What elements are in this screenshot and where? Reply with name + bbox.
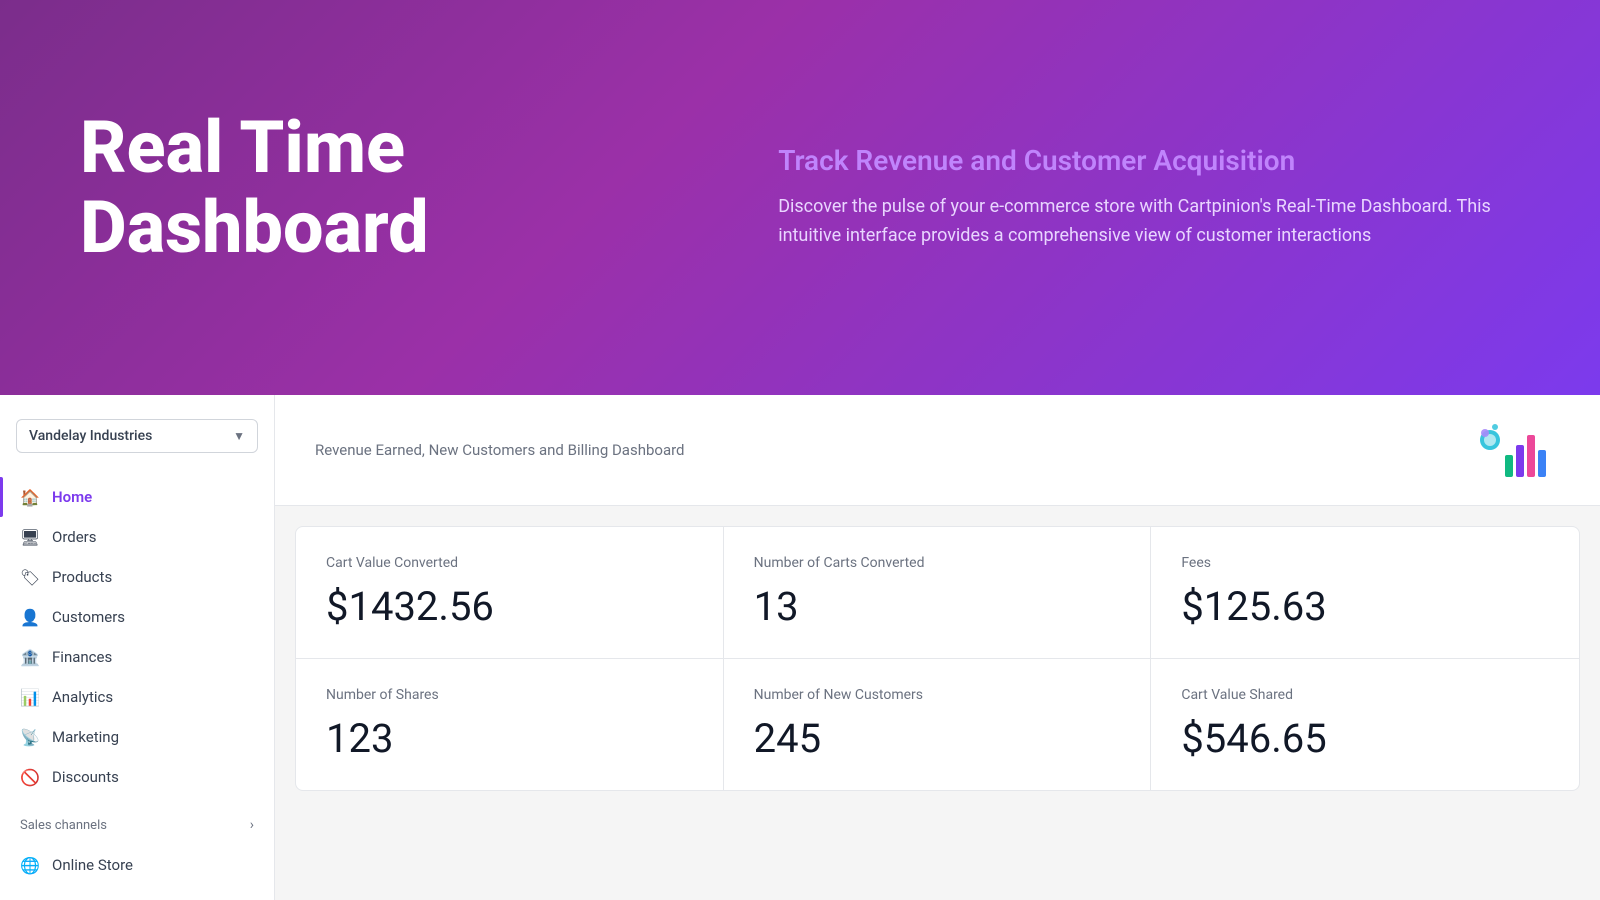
hero-title: Real TimeDashboard [80,108,698,266]
sales-channels-section[interactable]: Sales channels › [0,805,274,845]
stat-cart-value-shared: Cart Value Shared $546.65 [1151,659,1579,790]
stat-fees: Fees $125.63 [1151,527,1579,659]
stat-value-0: $1432.56 [326,583,693,630]
stat-label-4: Number of New Customers [754,687,1121,703]
analytics-icon: 📊 [20,687,40,707]
hero-right: Track Revenue and Customer Acquisition D… [698,144,1520,251]
stat-label-5: Cart Value Shared [1181,687,1549,703]
discounts-icon: 🚫 [20,767,40,787]
chevron-down-icon: ▼ [233,429,245,443]
sidebar-item-products[interactable]: 🏷 Products [0,557,274,597]
home-icon: 🏠 [20,487,40,507]
stat-shares: Number of Shares 123 [296,659,724,790]
sidebar-item-analytics-label: Analytics [52,688,113,706]
products-icon: 🏷 [20,567,40,587]
marketing-icon: 📡 [20,727,40,747]
sidebar-item-discounts[interactable]: 🚫 Discounts [0,757,274,797]
hero-left: Real TimeDashboard [80,108,698,286]
sidebar-item-marketing[interactable]: 📡 Marketing [0,717,274,757]
hero-description: Discover the pulse of your e-commerce st… [778,193,1520,251]
stat-label-3: Number of Shares [326,687,693,703]
orders-icon: 🖥 [20,527,40,547]
sidebar-item-finances[interactable]: 🏦 Finances [0,637,274,677]
sidebar-item-discounts-label: Discounts [52,768,119,786]
dashboard-illustration [1470,415,1560,485]
stat-value-4: 245 [754,715,1121,762]
stat-label-1: Number of Carts Converted [754,555,1121,571]
sidebar-item-products-label: Products [52,568,112,586]
stats-grid: Cart Value Converted $1432.56 Number of … [295,526,1580,791]
sidebar-item-home-label: Home [52,488,92,506]
store-name: Vandelay Industries [29,428,152,444]
store-selector[interactable]: Vandelay Industries ▼ [16,419,258,453]
dashboard-header: Revenue Earned, New Customers and Billin… [275,395,1600,506]
stat-cart-value-converted: Cart Value Converted $1432.56 [296,527,724,659]
sidebar-item-marketing-label: Marketing [52,728,119,746]
sidebar-item-online-store[interactable]: 🌐 Online Store [0,845,274,885]
main-layout: Vandelay Industries ▼ 🏠 Home 🖥 Orders 🏷 … [0,395,1600,900]
hero-section: Real TimeDashboard Track Revenue and Cus… [0,0,1600,395]
sidebar-item-customers[interactable]: 👤 Customers [0,597,274,637]
stat-new-customers: Number of New Customers 245 [724,659,1152,790]
dashboard-header-text: Revenue Earned, New Customers and Billin… [315,441,685,459]
sidebar-item-analytics[interactable]: 📊 Analytics [0,677,274,717]
stat-label-0: Cart Value Converted [326,555,693,571]
hero-subtitle: Track Revenue and Customer Acquisition [778,144,1520,177]
sidebar: Vandelay Industries ▼ 🏠 Home 🖥 Orders 🏷 … [0,395,275,900]
stat-value-2: $125.63 [1181,583,1549,630]
sidebar-item-orders-label: Orders [52,528,97,546]
stat-carts-converted: Number of Carts Converted 13 [724,527,1152,659]
customers-icon: 👤 [20,607,40,627]
stat-value-3: 123 [326,715,693,762]
sales-channels-label: Sales channels [20,818,107,833]
sidebar-item-home[interactable]: 🏠 Home [0,477,274,517]
finances-icon: 🏦 [20,647,40,667]
sidebar-item-online-store-label: Online Store [52,856,133,874]
content-area: Revenue Earned, New Customers and Billin… [275,395,1600,900]
online-store-icon: 🌐 [20,855,40,875]
chevron-right-icon: › [250,817,254,833]
stat-label-2: Fees [1181,555,1549,571]
sidebar-item-customers-label: Customers [52,608,125,626]
sidebar-item-orders[interactable]: 🖥 Orders [0,517,274,557]
stat-value-1: 13 [754,583,1121,630]
stat-value-5: $546.65 [1181,715,1549,762]
sidebar-item-finances-label: Finances [52,648,112,666]
